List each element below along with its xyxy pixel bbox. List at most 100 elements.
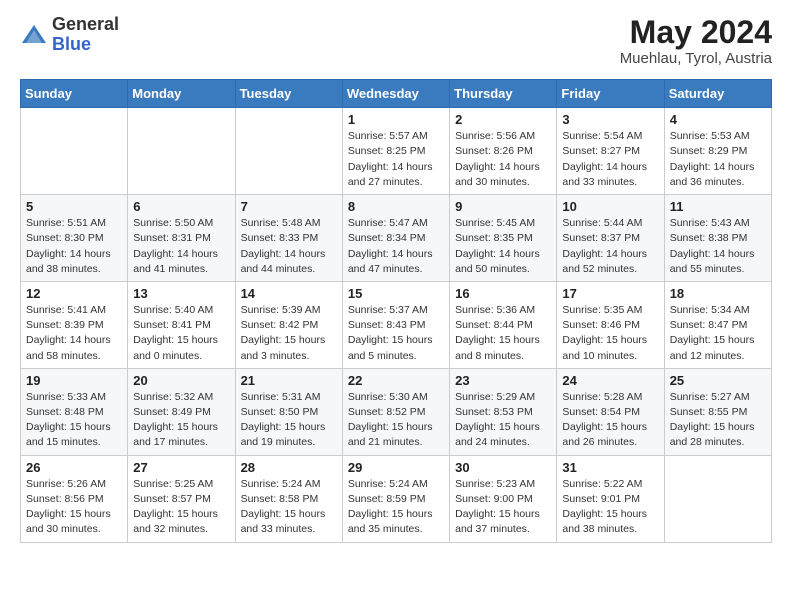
calendar-week-row: 12 Sunrise: 5:41 AMSunset: 8:39 PMDayligh… [21,281,772,368]
calendar-cell [664,455,771,542]
day-number: 16 [455,286,551,301]
calendar-cell: 12 Sunrise: 5:41 AMSunset: 8:39 PMDayligh… [21,281,128,368]
calendar-cell: 30 Sunrise: 5:23 AMSunset: 9:00 PMDayligh… [450,455,557,542]
calendar-cell: 27 Sunrise: 5:25 AMSunset: 8:57 PMDayligh… [128,455,235,542]
day-number: 3 [562,112,658,127]
logo: General Blue [20,15,119,55]
day-number: 1 [348,112,444,127]
calendar-cell: 22Sunrise: 5:30 AMSunset: 8:52 PMDayligh… [342,368,449,455]
day-info: Sunrise: 5:53 AMSunset: 8:29 PMDaylight:… [670,129,766,190]
day-number: 14 [241,286,337,301]
day-header-sunday: Sunday [21,80,128,108]
calendar-cell: 5 Sunrise: 5:51 AMSunset: 8:30 PMDaylight… [21,195,128,282]
day-info: Sunrise: 5:24 AMSunset: 8:58 PMDaylight:… [241,477,337,538]
day-number: 9 [455,199,551,214]
day-info: Sunrise: 5:50 AMSunset: 8:31 PMDaylight:… [133,216,229,277]
day-info: Sunrise: 5:51 AMSunset: 8:30 PMDaylight:… [26,216,122,277]
day-number: 31 [562,460,658,475]
day-number: 5 [26,199,122,214]
calendar-header-row: SundayMondayTuesdayWednesdayThursdayFrid… [21,80,772,108]
calendar-cell: 11Sunrise: 5:43 AMSunset: 8:38 PMDayligh… [664,195,771,282]
day-number: 2 [455,112,551,127]
day-number: 7 [241,199,337,214]
logo-blue: Blue [52,34,91,54]
logo-text: General Blue [52,15,119,55]
day-number: 10 [562,199,658,214]
calendar-cell: 8Sunrise: 5:47 AMSunset: 8:34 PMDaylight… [342,195,449,282]
day-info: Sunrise: 5:35 AMSunset: 8:46 PMDaylight:… [562,303,658,364]
logo-icon [20,21,48,49]
calendar-cell: 9Sunrise: 5:45 AMSunset: 8:35 PMDaylight… [450,195,557,282]
day-info: Sunrise: 5:33 AMSunset: 8:48 PMDaylight:… [26,390,122,451]
calendar-cell: 20Sunrise: 5:32 AMSunset: 8:49 PMDayligh… [128,368,235,455]
day-info: Sunrise: 5:29 AMSunset: 8:53 PMDaylight:… [455,390,551,451]
day-info: Sunrise: 5:44 AMSunset: 8:37 PMDaylight:… [562,216,658,277]
calendar-cell: 16 Sunrise: 5:36 AMSunset: 8:44 PMDayligh… [450,281,557,368]
day-info: Sunrise: 5:34 AMSunset: 8:47 PMDaylight:… [670,303,766,364]
calendar-week-row: 19 Sunrise: 5:33 AMSunset: 8:48 PMDayligh… [21,368,772,455]
day-number: 24 [562,373,658,388]
calendar-cell: 3 Sunrise: 5:54 AMSunset: 8:27 PMDaylight… [557,108,664,195]
calendar-cell: 15Sunrise: 5:37 AMSunset: 8:43 PMDayligh… [342,281,449,368]
calendar-cell: 2Sunrise: 5:56 AMSunset: 8:26 PMDaylight… [450,108,557,195]
day-number: 20 [133,373,229,388]
calendar-cell: 6 Sunrise: 5:50 AMSunset: 8:31 PMDaylight… [128,195,235,282]
day-number: 17 [562,286,658,301]
calendar-cell: 21 Sunrise: 5:31 AMSunset: 8:50 PMDayligh… [235,368,342,455]
calendar-cell: 18 Sunrise: 5:34 AMSunset: 8:47 PMDayligh… [664,281,771,368]
header: General Blue May 2024 Muehlau, Tyrol, Au… [20,15,772,67]
day-number: 21 [241,373,337,388]
day-info: Sunrise: 5:30 AMSunset: 8:52 PMDaylight:… [348,390,444,451]
day-number: 23 [455,373,551,388]
calendar-cell: 31 Sunrise: 5:22 AMSunset: 9:01 PMDayligh… [557,455,664,542]
day-info: Sunrise: 5:37 AMSunset: 8:43 PMDaylight:… [348,303,444,364]
page: General Blue May 2024 Muehlau, Tyrol, Au… [0,0,792,558]
day-info: Sunrise: 5:22 AMSunset: 9:01 PMDaylight:… [562,477,658,538]
day-header-saturday: Saturday [664,80,771,108]
day-number: 4 [670,112,766,127]
day-info: Sunrise: 5:23 AMSunset: 9:00 PMDaylight:… [455,477,551,538]
day-number: 6 [133,199,229,214]
calendar-cell: 19 Sunrise: 5:33 AMSunset: 8:48 PMDayligh… [21,368,128,455]
day-number: 12 [26,286,122,301]
day-number: 18 [670,286,766,301]
calendar-cell: 7 Sunrise: 5:48 AMSunset: 8:33 PMDaylight… [235,195,342,282]
day-number: 13 [133,286,229,301]
day-header-thursday: Thursday [450,80,557,108]
day-header-tuesday: Tuesday [235,80,342,108]
calendar-cell: 23 Sunrise: 5:29 AMSunset: 8:53 PMDayligh… [450,368,557,455]
month-year: May 2024 [620,15,772,50]
day-info: Sunrise: 5:36 AMSunset: 8:44 PMDaylight:… [455,303,551,364]
day-info: Sunrise: 5:27 AMSunset: 8:55 PMDaylight:… [670,390,766,451]
calendar-cell: 4 Sunrise: 5:53 AMSunset: 8:29 PMDaylight… [664,108,771,195]
location: Muehlau, Tyrol, Austria [620,50,772,67]
calendar-cell: 1Sunrise: 5:57 AMSunset: 8:25 PMDaylight… [342,108,449,195]
day-info: Sunrise: 5:54 AMSunset: 8:27 PMDaylight:… [562,129,658,190]
day-number: 27 [133,460,229,475]
calendar-week-row: 1Sunrise: 5:57 AMSunset: 8:25 PMDaylight… [21,108,772,195]
calendar-cell [128,108,235,195]
day-number: 30 [455,460,551,475]
calendar-cell [21,108,128,195]
title-block: May 2024 Muehlau, Tyrol, Austria [620,15,772,67]
calendar-cell: 10 Sunrise: 5:44 AMSunset: 8:37 PMDayligh… [557,195,664,282]
calendar-cell: 26 Sunrise: 5:26 AMSunset: 8:56 PMDayligh… [21,455,128,542]
day-info: Sunrise: 5:24 AMSunset: 8:59 PMDaylight:… [348,477,444,538]
day-info: Sunrise: 5:26 AMSunset: 8:56 PMDaylight:… [26,477,122,538]
day-info: Sunrise: 5:31 AMSunset: 8:50 PMDaylight:… [241,390,337,451]
day-info: Sunrise: 5:48 AMSunset: 8:33 PMDaylight:… [241,216,337,277]
day-number: 26 [26,460,122,475]
day-info: Sunrise: 5:25 AMSunset: 8:57 PMDaylight:… [133,477,229,538]
day-header-monday: Monday [128,80,235,108]
calendar-cell: 28Sunrise: 5:24 AMSunset: 8:58 PMDayligh… [235,455,342,542]
day-number: 19 [26,373,122,388]
day-info: Sunrise: 5:39 AMSunset: 8:42 PMDaylight:… [241,303,337,364]
day-header-wednesday: Wednesday [342,80,449,108]
day-number: 29 [348,460,444,475]
day-info: Sunrise: 5:47 AMSunset: 8:34 PMDaylight:… [348,216,444,277]
day-info: Sunrise: 5:40 AMSunset: 8:41 PMDaylight:… [133,303,229,364]
day-info: Sunrise: 5:41 AMSunset: 8:39 PMDaylight:… [26,303,122,364]
calendar-week-row: 26 Sunrise: 5:26 AMSunset: 8:56 PMDayligh… [21,455,772,542]
calendar-cell: 13 Sunrise: 5:40 AMSunset: 8:41 PMDayligh… [128,281,235,368]
logo-general: General [52,14,119,34]
